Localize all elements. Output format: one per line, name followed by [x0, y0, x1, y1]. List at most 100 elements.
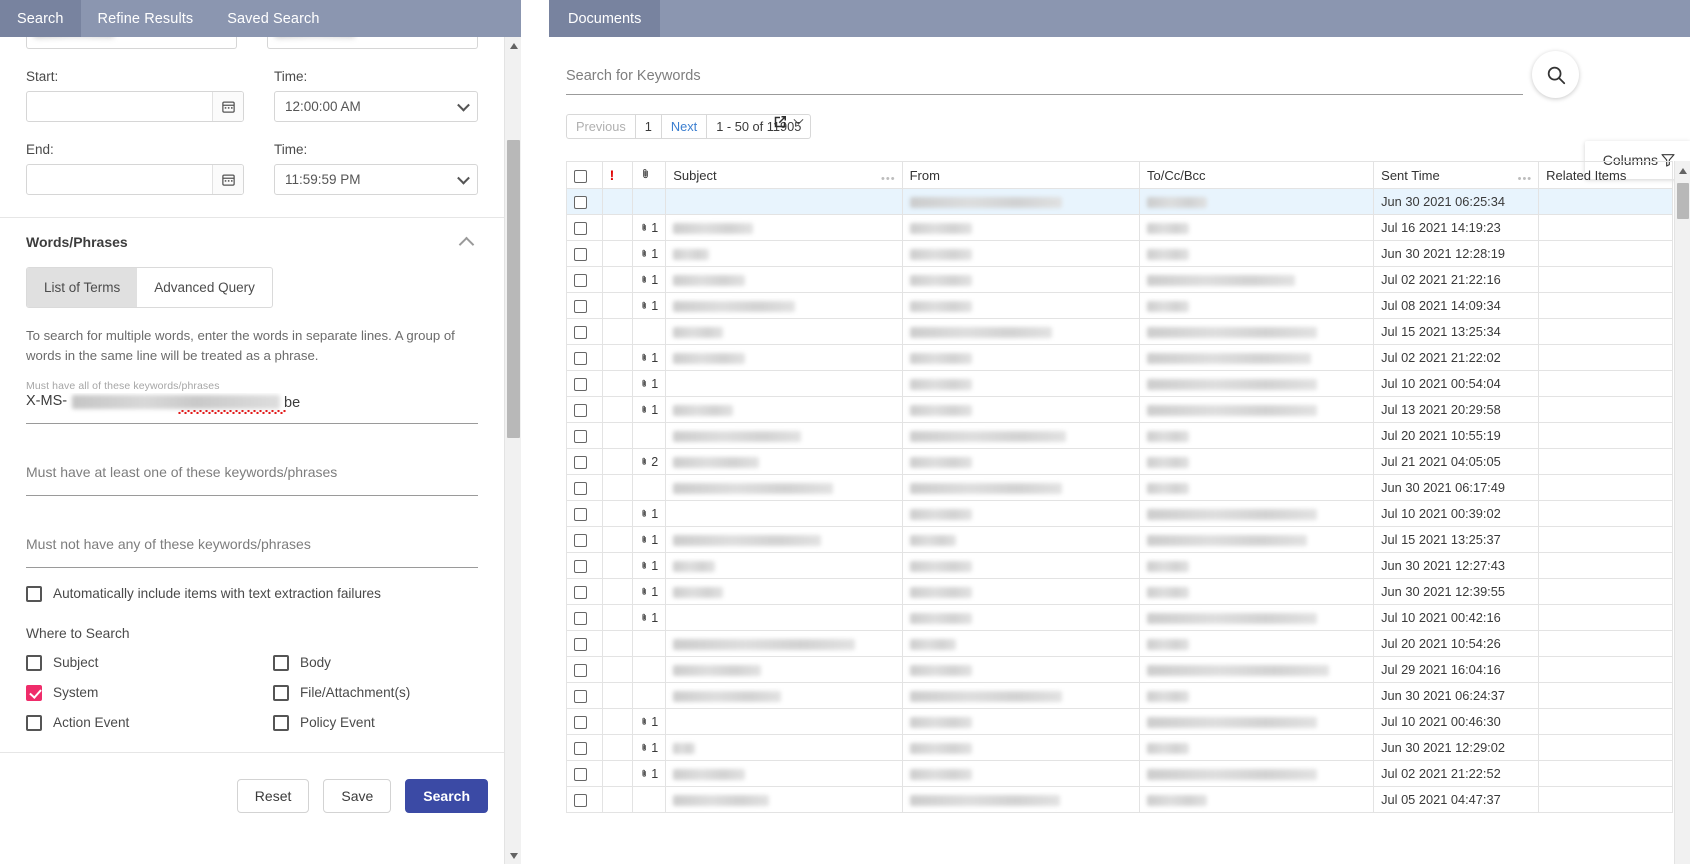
body-checkbox[interactable] [273, 654, 289, 671]
row-select-cell[interactable] [566, 682, 603, 709]
row-select-cell[interactable] [566, 292, 603, 319]
tab-advanced-query[interactable]: Advanced Query [137, 268, 272, 307]
row-subject-cell[interactable] [665, 604, 903, 631]
row-checkbox[interactable] [574, 378, 587, 392]
row-select-cell[interactable] [566, 526, 603, 553]
scrollbar-thumb[interactable] [1677, 183, 1689, 219]
table-row[interactable]: 1 Jun 30 2021 12:27:43 [566, 552, 1673, 579]
row-select-cell[interactable] [566, 578, 603, 605]
row-select-cell[interactable] [566, 552, 603, 579]
row-checkbox[interactable] [574, 638, 587, 652]
scroll-up-button[interactable] [505, 37, 522, 54]
row-select-cell[interactable] [566, 656, 603, 683]
row-select-cell[interactable] [566, 500, 603, 527]
end-date-field[interactable] [26, 164, 244, 195]
save-button[interactable]: Save [323, 779, 392, 813]
row-checkbox[interactable] [574, 326, 587, 340]
row-subject-cell[interactable] [665, 266, 903, 293]
row-select-cell[interactable] [566, 370, 603, 397]
row-subject-cell[interactable] [665, 422, 903, 449]
row-select-cell[interactable] [566, 266, 603, 293]
where-option-policy-event[interactable]: Policy Event [273, 714, 478, 731]
row-subject-cell[interactable] [665, 214, 903, 241]
tab-search[interactable]: Search [0, 0, 81, 37]
table-row[interactable]: 1 Jul 08 2021 14:09:34 [566, 292, 1673, 319]
related-items-header[interactable]: Related Items [1538, 161, 1673, 189]
row-subject-cell[interactable] [665, 474, 903, 501]
row-subject-cell[interactable] [665, 552, 903, 579]
table-row[interactable]: Jul 29 2021 16:04:16 [566, 656, 1673, 683]
row-subject-cell[interactable] [665, 526, 903, 553]
table-row[interactable]: 1 Jul 10 2021 00:42:16 [566, 604, 1673, 631]
row-subject-cell[interactable] [665, 630, 903, 657]
row-checkbox[interactable] [574, 768, 587, 782]
row-checkbox[interactable] [574, 404, 587, 418]
reset-button[interactable]: Reset [236, 779, 310, 813]
row-subject-cell[interactable] [665, 318, 903, 345]
table-row[interactable]: 1 Jul 16 2021 14:19:23 [566, 214, 1673, 241]
where-option-body[interactable]: Body [273, 654, 478, 671]
start-calendar-button[interactable] [212, 92, 243, 121]
row-checkbox[interactable] [574, 560, 587, 574]
scroll-down-button[interactable] [505, 847, 522, 864]
table-row[interactable]: Jul 20 2021 10:55:19 [566, 422, 1673, 449]
table-row[interactable]: 1 Jul 15 2021 13:25:37 [566, 526, 1673, 553]
select-all-checkbox[interactable] [574, 169, 587, 183]
end-time-select[interactable]: 11:59:59 PM [274, 164, 478, 195]
tab-refine-results[interactable]: Refine Results [81, 0, 211, 37]
current-page-number[interactable]: 1 [636, 115, 662, 138]
row-select-cell[interactable] [566, 396, 603, 423]
table-row[interactable]: 1 Jul 13 2021 20:29:58 [566, 396, 1673, 423]
importance-header[interactable]: ! [601, 161, 633, 189]
row-subject-cell[interactable] [665, 578, 903, 605]
row-checkbox[interactable] [574, 196, 587, 210]
date-type-field-cutoff[interactable] [26, 37, 237, 49]
table-row[interactable]: 1 Jul 02 2021 21:22:02 [566, 344, 1673, 371]
where-option-action-event[interactable]: Action Event [26, 714, 273, 731]
where-option-system[interactable]: System [26, 684, 273, 701]
documents-table-scrollbar[interactable] [1674, 161, 1690, 864]
row-subject-cell[interactable] [665, 188, 903, 215]
row-select-cell[interactable] [566, 188, 603, 215]
extraction-failures-row[interactable]: Automatically include items with text ex… [26, 585, 478, 602]
row-checkbox[interactable] [574, 664, 587, 678]
date-operator-field-cutoff[interactable] [267, 37, 478, 49]
row-checkbox[interactable] [574, 742, 587, 756]
row-select-cell[interactable] [566, 214, 603, 241]
table-row[interactable]: Jul 15 2021 13:25:34 [566, 318, 1673, 345]
column-menu-icon[interactable]: ••• [881, 173, 896, 185]
keyword-search-input[interactable] [566, 64, 1523, 95]
where-option-subject[interactable]: Subject [26, 654, 273, 671]
row-subject-cell[interactable] [665, 370, 903, 397]
end-calendar-button[interactable] [212, 165, 243, 194]
select-all-header[interactable] [566, 161, 603, 189]
tab-saved-search[interactable]: Saved Search [210, 0, 336, 37]
chevron-up-icon[interactable] [458, 236, 475, 252]
attachment-header[interactable] [631, 161, 667, 189]
table-row[interactable]: 2 Jul 21 2021 04:05:05 [566, 448, 1673, 475]
table-row[interactable]: Jun 30 2021 06:17:49 [566, 474, 1673, 501]
file-attachments-checkbox[interactable] [273, 684, 289, 701]
row-select-cell[interactable] [566, 604, 603, 631]
row-subject-cell[interactable] [665, 396, 903, 423]
row-checkbox[interactable] [574, 508, 587, 522]
must-have-all-input[interactable]: X-MS-be [26, 393, 478, 416]
table-row[interactable]: Jun 30 2021 06:24:37 [566, 682, 1673, 709]
table-row[interactable]: 1 Jun 30 2021 12:39:55 [566, 578, 1673, 605]
row-checkbox[interactable] [574, 534, 587, 548]
row-checkbox[interactable] [574, 612, 587, 626]
row-checkbox[interactable] [574, 430, 587, 444]
row-checkbox[interactable] [574, 274, 587, 288]
policy-event-checkbox[interactable] [273, 714, 289, 731]
row-select-cell[interactable] [566, 786, 603, 813]
search-button[interactable]: Search [405, 779, 488, 813]
end-date-input[interactable] [27, 165, 212, 194]
tab-documents[interactable]: Documents [549, 0, 661, 37]
row-subject-cell[interactable] [665, 448, 903, 475]
to-cc-bcc-header[interactable]: To/Cc/Bcc [1139, 161, 1375, 189]
row-checkbox[interactable] [574, 690, 587, 704]
next-page-button[interactable]: Next [662, 115, 708, 138]
row-subject-cell[interactable] [665, 708, 903, 735]
row-select-cell[interactable] [566, 708, 603, 735]
table-row[interactable]: 1 Jun 30 2021 12:28:19 [566, 240, 1673, 267]
